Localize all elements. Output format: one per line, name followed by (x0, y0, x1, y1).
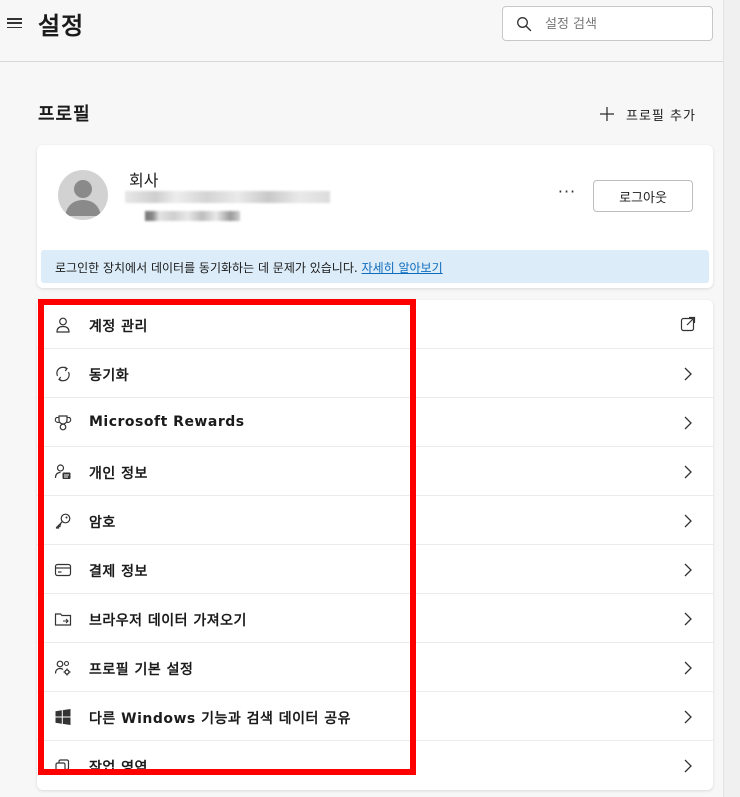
list-item-label: 브라우저 데이터 가져오기 (89, 613, 247, 629)
list-item-workspaces[interactable]: 작업 영역 (37, 741, 713, 790)
chevron-right-icon (684, 514, 692, 528)
profile-name: 회사 (129, 171, 159, 190)
sync-icon (56, 366, 70, 382)
credit-card-icon (54, 563, 72, 577)
scrollbar[interactable] (723, 0, 740, 797)
list-item-share-windows-data[interactable]: 다른 Windows 기능과 검색 데이터 공유 (37, 692, 713, 741)
more-options-button[interactable]: ··· (557, 184, 577, 201)
people-settings-icon (54, 660, 71, 676)
list-item-label: 다른 Windows 기능과 검색 데이터 공유 (89, 711, 352, 727)
profile-settings-list: 계정 관리 동기화 Microsoft Rewards 개인 정보 암호 결제 … (37, 300, 713, 790)
list-item-account-management[interactable]: 계정 관리 (37, 300, 713, 349)
settings-header: 설정 (0, 0, 723, 62)
list-item-passwords[interactable]: 암호 (37, 496, 713, 545)
list-item-label: 작업 영역 (89, 760, 148, 776)
folder-import-icon (54, 613, 72, 626)
trophy-icon (54, 415, 72, 431)
hamburger-icon[interactable] (7, 16, 23, 30)
list-item-label: 결제 정보 (89, 564, 148, 580)
learn-more-link[interactable]: 자세히 알아보기 (362, 261, 443, 275)
profile-card: 회사 ··· 로그아웃 로그인한 장치에서 데이터를 동기화하는 데 문제가 있… (37, 145, 713, 288)
section-title-profile: 프로필 (38, 104, 91, 125)
list-item-microsoft-rewards[interactable]: Microsoft Rewards (37, 398, 713, 447)
add-profile-button[interactable]: 프로필 추가 (598, 103, 696, 125)
external-link-icon (680, 316, 696, 332)
list-item-import-browser-data[interactable]: 브라우저 데이터 가져오기 (37, 594, 713, 643)
list-item-label: 프로필 기본 설정 (89, 662, 194, 678)
person-card-icon (54, 464, 71, 479)
list-item-label: 개인 정보 (89, 466, 148, 482)
redacted-email (125, 191, 330, 203)
chevron-right-icon (684, 612, 692, 626)
chevron-right-icon (684, 465, 692, 479)
list-item-profile-preferences[interactable]: 프로필 기본 설정 (37, 643, 713, 692)
list-item-label: 암호 (89, 515, 116, 531)
list-item-label: 계정 관리 (89, 319, 148, 335)
redacted-account-info (145, 211, 240, 221)
list-item-label: 동기화 (89, 368, 130, 384)
person-avatar-icon (58, 170, 108, 220)
chevron-right-icon (684, 367, 692, 381)
search-icon (517, 17, 532, 32)
windows-logo-icon (55, 709, 71, 725)
plus-icon (600, 107, 614, 121)
sync-error-notice: 로그인한 장치에서 데이터를 동기화하는 데 문제가 있습니다. 자세히 알아보… (41, 250, 709, 283)
person-icon (56, 317, 70, 333)
chevron-right-icon (684, 710, 692, 724)
chevron-right-icon (684, 759, 692, 773)
add-profile-label: 프로필 추가 (626, 108, 696, 124)
sync-notice-text: 로그인한 장치에서 데이터를 동기화하는 데 문제가 있습니다. (55, 261, 358, 275)
chevron-right-icon (684, 563, 692, 577)
search-box[interactable] (502, 6, 713, 41)
list-item-personal-info[interactable]: 개인 정보 (37, 447, 713, 496)
chevron-right-icon (684, 661, 692, 675)
search-input[interactable] (545, 13, 705, 35)
logout-button[interactable]: 로그아웃 (593, 180, 693, 212)
list-item-label: Microsoft Rewards (89, 414, 245, 430)
chevron-right-icon (684, 416, 692, 430)
page-title: 설정 (38, 12, 85, 40)
key-icon (55, 513, 71, 529)
workspaces-icon (55, 759, 70, 774)
list-item-sync[interactable]: 동기화 (37, 349, 713, 398)
list-item-payment-info[interactable]: 결제 정보 (37, 545, 713, 594)
